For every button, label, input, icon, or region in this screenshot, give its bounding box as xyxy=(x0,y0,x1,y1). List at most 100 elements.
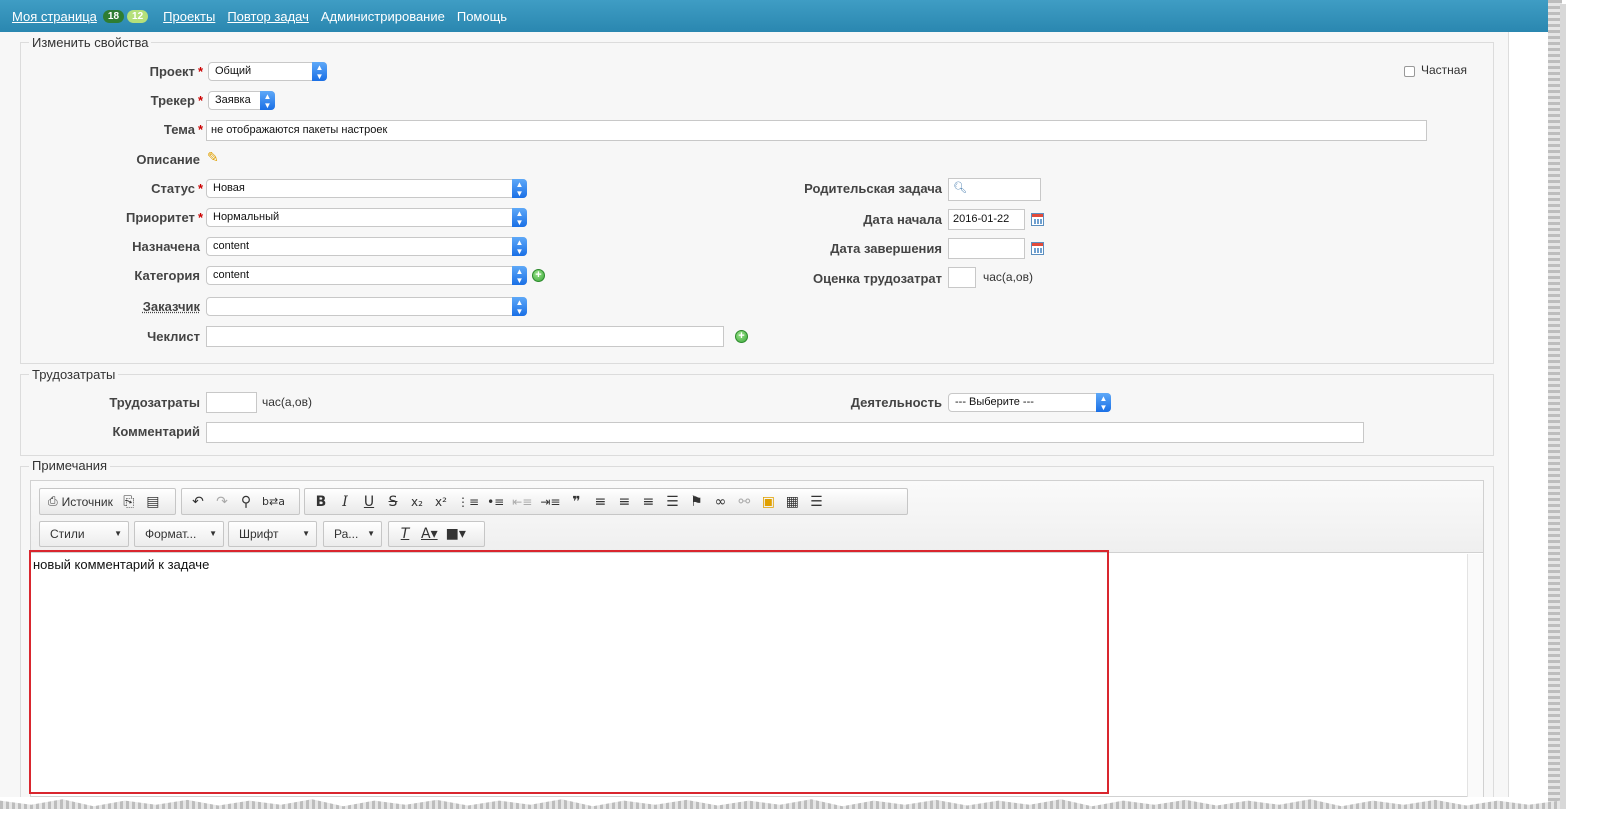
activity-label: Деятельность xyxy=(850,395,942,410)
category-select[interactable]: content ▲ ▼ xyxy=(206,266,527,285)
align-center-icon[interactable]: ≡ xyxy=(612,491,636,513)
select-arrow-icon: ▲ ▼ xyxy=(512,297,527,316)
activity-select[interactable]: --- Выберите --- ▲ ▼ xyxy=(948,393,1111,412)
comment-input[interactable] xyxy=(206,422,1364,443)
strikethrough-icon[interactable]: S xyxy=(381,491,405,513)
badge-count-1[interactable]: 18 xyxy=(102,10,125,23)
redo-icon[interactable]: ↷ xyxy=(210,491,234,513)
estimate-input[interactable] xyxy=(948,267,976,288)
calendar-icon[interactable] xyxy=(1031,213,1044,226)
format-combo-label: Формат... xyxy=(145,527,197,541)
find-icon[interactable]: ⚲ xyxy=(234,491,258,513)
calendar-icon[interactable] xyxy=(1031,242,1044,255)
parent-task-label: Родительская задача xyxy=(804,181,942,196)
hours-label: Трудозатраты xyxy=(109,395,200,410)
customer-select[interactable]: ▲ ▼ xyxy=(206,297,527,316)
blockquote-icon[interactable]: ❞ xyxy=(564,491,588,513)
remove-format-icon[interactable]: T xyxy=(393,523,417,545)
activity-value: --- Выберите --- xyxy=(955,396,1034,408)
source-button[interactable]: ⎙ Источник xyxy=(44,491,117,513)
bold-icon[interactable]: B xyxy=(309,491,333,513)
top-menu: Моя страница 18 12 Проекты Повтор задач … xyxy=(0,0,1549,32)
image-icon[interactable]: ▣ xyxy=(756,491,780,513)
size-combo[interactable]: Ра... ▼ xyxy=(323,521,382,547)
notes-legend: Примечания xyxy=(29,458,111,473)
select-arrow-icon: ▲ ▼ xyxy=(312,62,327,81)
toolbar-group-document: ⎙ Источник ⎘ ▤ xyxy=(39,488,176,515)
nav-projects[interactable]: Проекты xyxy=(163,9,215,24)
category-label: Категория xyxy=(134,268,200,283)
add-checklist-icon[interactable]: + xyxy=(735,330,748,343)
editor-body[interactable]: новый комментарий к задаче xyxy=(31,554,1468,797)
tracker-select[interactable]: Заявка ▲ ▼ xyxy=(208,91,275,110)
project-value: Общий xyxy=(215,65,252,77)
background-color-icon[interactable]: ■▾ xyxy=(442,523,470,545)
horizontal-rule-icon[interactable]: ☰ xyxy=(804,491,828,513)
text-color-icon[interactable]: A▾ xyxy=(417,523,442,545)
checklist-input[interactable] xyxy=(206,326,724,347)
timelog-fieldset xyxy=(20,374,1494,456)
select-arrow-icon: ▲ ▼ xyxy=(512,208,527,227)
add-category-icon[interactable]: + xyxy=(532,269,545,282)
customer-label: Заказчик xyxy=(142,299,200,314)
table-icon[interactable]: ▦ xyxy=(780,491,804,513)
superscript-icon[interactable]: x² xyxy=(429,491,453,513)
replace-icon[interactable]: b⇄a xyxy=(258,491,289,513)
due-date-input[interactable] xyxy=(948,238,1025,259)
select-arrow-icon: ▲ ▼ xyxy=(1096,393,1111,412)
badge-count-2[interactable]: 12 xyxy=(127,10,149,23)
hours-input[interactable] xyxy=(206,392,257,413)
outdent-icon[interactable]: ⇤≡ xyxy=(508,491,536,513)
status-select[interactable]: Новая ▲ ▼ xyxy=(206,179,527,198)
chevron-down-icon: ▼ xyxy=(209,529,217,538)
subscript-icon[interactable]: x₂ xyxy=(405,491,429,513)
nav-help[interactable]: Помощь xyxy=(457,9,507,24)
top-nav: Моя страница 18 12 Проекты Повтор задач … xyxy=(12,9,519,24)
private-label: Частная xyxy=(1421,63,1467,77)
align-left-icon[interactable]: ≡ xyxy=(588,491,612,513)
pencil-icon[interactable]: ✎ xyxy=(207,149,219,166)
category-value: content xyxy=(213,269,250,281)
undo-icon[interactable]: ↶ xyxy=(186,491,210,513)
properties-legend: Изменить свойства xyxy=(29,35,152,50)
project-label: Проект * xyxy=(149,64,203,79)
editor-scrollbar[interactable] xyxy=(1467,554,1483,797)
start-date-input[interactable]: 2016-01-22 xyxy=(948,209,1025,230)
torn-edge-shadow xyxy=(1560,4,1566,809)
italic-icon[interactable]: I xyxy=(333,491,357,513)
priority-select[interactable]: Нормальный ▲ ▼ xyxy=(206,208,527,227)
nav-recurring-tasks[interactable]: Повтор задач xyxy=(227,9,309,24)
align-right-icon[interactable]: ≡ xyxy=(636,491,660,513)
font-combo[interactable]: Шрифт ▼ xyxy=(228,521,317,547)
private-checkbox[interactable] xyxy=(1404,66,1415,77)
indent-icon[interactable]: ⇥≡ xyxy=(536,491,564,513)
format-combo[interactable]: Формат... ▼ xyxy=(134,521,224,547)
select-arrow-icon: ▲ ▼ xyxy=(512,179,527,198)
templates-icon[interactable]: ▤ xyxy=(141,491,165,513)
project-select[interactable]: Общий ▲ ▼ xyxy=(208,62,327,81)
preview-icon[interactable]: ⎘ xyxy=(117,491,141,513)
font-combo-label: Шрифт xyxy=(239,527,279,541)
checklist-label: Чеклист xyxy=(147,329,200,344)
link-icon[interactable]: ∞ xyxy=(708,491,732,513)
nav-administration[interactable]: Администрирование xyxy=(321,9,445,24)
subject-input[interactable]: не отображаются пакеты настроек xyxy=(206,120,1427,141)
unlink-icon[interactable]: ⚯ xyxy=(732,491,756,513)
estimate-unit: час(а,ов) xyxy=(983,270,1033,284)
styles-combo[interactable]: Стили ▼ xyxy=(39,521,129,547)
assigned-label: Назначена xyxy=(132,239,200,254)
styles-combo-label: Стили xyxy=(50,527,85,541)
assigned-select[interactable]: content ▲ ▼ xyxy=(206,237,527,256)
start-date-label: Дата начала xyxy=(863,212,942,227)
nav-my-page[interactable]: Моя страница xyxy=(12,9,97,24)
hours-unit: час(а,ов) xyxy=(262,395,312,409)
page-scrollbar[interactable] xyxy=(1508,32,1549,797)
anchor-flag-icon[interactable]: ⚑ xyxy=(684,491,708,513)
numbered-list-icon[interactable]: ⋮≡ xyxy=(453,491,483,513)
description-label: Описание xyxy=(136,152,200,167)
underline-icon[interactable]: U xyxy=(357,491,381,513)
bullet-list-icon[interactable]: •≡ xyxy=(483,491,508,513)
justify-icon[interactable]: ☰ xyxy=(660,491,684,513)
parent-task-input[interactable]: 🔍︎ xyxy=(948,178,1041,201)
status-value: Новая xyxy=(213,182,245,194)
